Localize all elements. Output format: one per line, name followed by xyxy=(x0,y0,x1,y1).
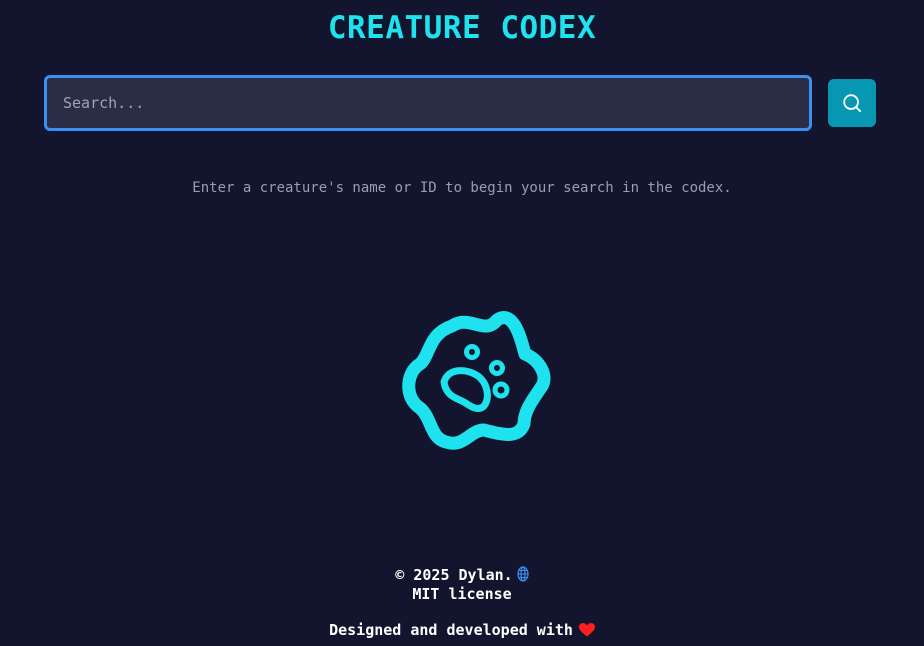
footer-copyright: © 2025 Dylan. xyxy=(0,566,924,587)
search-input[interactable] xyxy=(44,75,812,131)
heart-icon xyxy=(578,623,595,642)
footer-credit: Designed and developed with xyxy=(0,621,924,642)
copyright-text: © 2025 Dylan. xyxy=(395,566,513,584)
page-title: CREATURE CODEX xyxy=(327,10,597,46)
amoeba-icon xyxy=(402,311,551,450)
search-hint: Enter a creature's name or ID to begin y… xyxy=(192,180,732,196)
footer-license[interactable]: MIT license xyxy=(0,585,924,604)
search-icon xyxy=(843,94,862,113)
globe-icon[interactable] xyxy=(517,566,529,587)
search-button[interactable] xyxy=(828,79,876,127)
credit-text: Designed and developed with xyxy=(329,621,573,639)
